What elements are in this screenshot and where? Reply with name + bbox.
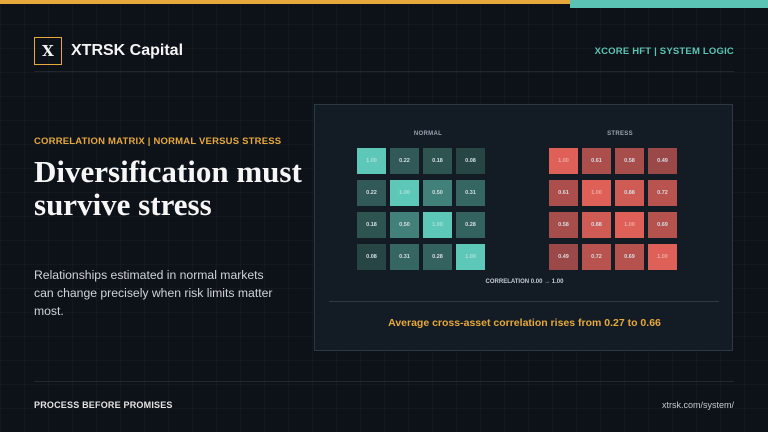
normal-cell-r1c1: 1.00: [357, 148, 386, 174]
footer-divider: [34, 381, 734, 382]
section-kicker: CORRELATION MATRIX | NORMAL VERSUS STRES…: [34, 136, 282, 147]
normal-cell-r3c1: 0.18: [357, 212, 386, 238]
normal-matrix-title: NORMAL: [413, 131, 443, 137]
footer-tagline: PROCESS BEFORE PROMISES: [34, 400, 173, 410]
stress-cell-r2c3: 0.88: [615, 180, 644, 206]
normal-cell-r2c1: 0.22: [357, 180, 386, 206]
header-divider: [34, 71, 734, 72]
stress-matrix: 1.00 0.61 0.58 0.49 0.61 1.00 0.88 0.72 0.58 0.88…: [549, 148, 677, 270]
normal-cell-r2c2: 1.00: [390, 180, 419, 206]
stress-cell-r2c2: 1.00: [582, 180, 611, 206]
normal-cell-r4c3: 0.28: [423, 244, 452, 270]
page-title: Diversification must survive stress: [34, 154, 302, 222]
stress-cell-r3c1: 0.58: [549, 212, 578, 238]
normal-cell-r2c4: 0.31: [456, 180, 485, 206]
stress-cell-r3c4: 0.69: [648, 212, 677, 238]
normal-cell-r1c3: 0.18: [423, 148, 452, 174]
panel-divider: [329, 301, 719, 302]
top-accent-bar-gold: [0, 0, 570, 4]
summary-text: Average cross-asset correlation rises fr…: [388, 317, 661, 329]
normal-cell-r4c1: 0.08: [357, 244, 386, 270]
header-tagline: XCORE HFT | SYSTEM LOGIC: [594, 46, 734, 57]
stress-cell-r3c2: 0.88: [582, 212, 611, 238]
logo-icon: X: [34, 37, 62, 65]
stress-cell-r1c4: 0.49: [648, 148, 677, 174]
stress-cell-r4c1: 0.49: [549, 244, 578, 270]
brand-name: XTRSK Capital: [71, 42, 184, 59]
normal-cell-r2c3: 0.50: [423, 180, 452, 206]
stress-cell-r4c3: 0.69: [615, 244, 644, 270]
stress-cell-r4c2: 0.72: [582, 244, 611, 270]
normal-cell-r4c4: 1.00: [456, 244, 485, 270]
stress-cell-r1c1: 1.00: [549, 148, 578, 174]
stress-cell-r1c3: 0.58: [615, 148, 644, 174]
normal-cell-r3c2: 0.50: [390, 212, 419, 238]
normal-cell-r3c3: 1.00: [423, 212, 452, 238]
header: X XTRSK Capital XCORE HFT | SYSTEM LOGIC: [34, 37, 734, 67]
normal-cell-r4c2: 0.31: [390, 244, 419, 270]
stress-cell-r4c4: 1.00: [648, 244, 677, 270]
normal-matrix: 1.00 0.22 0.18 0.08 0.22 1.00 0.50 0.31 0.18 0.50…: [357, 148, 485, 270]
top-accent-bar-teal: [570, 0, 768, 8]
correlation-panel: NORMAL 1.00 0.22 0.18 0.08 0.22 1.00 0.50 0.31 0…: [314, 104, 733, 351]
stress-cell-r1c2: 0.61: [582, 148, 611, 174]
body-text: Relationships estimated in normal market…: [34, 268, 273, 318]
stress-cell-r3c3: 1.00: [615, 212, 644, 238]
footer-url[interactable]: xtrsk.com/system/: [662, 400, 734, 410]
stress-cell-r2c4: 0.72: [648, 180, 677, 206]
stress-matrix-title: STRESS: [607, 131, 633, 137]
normal-cell-r3c4: 0.28: [456, 212, 485, 238]
correlation-scale-label: CORRELATION 0.00 → 1.00: [485, 279, 564, 285]
normal-cell-r1c2: 0.22: [390, 148, 419, 174]
stress-cell-r2c1: 0.61: [549, 180, 578, 206]
normal-cell-r1c4: 0.08: [456, 148, 485, 174]
